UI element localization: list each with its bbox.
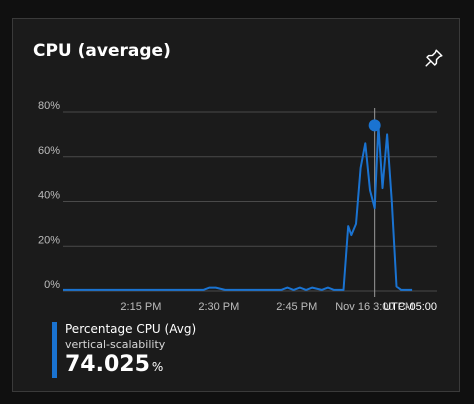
legend-value-number: 74.025: [65, 352, 150, 377]
x-tick-label: 2:45 PM: [276, 301, 317, 313]
cpu-average-card: CPU (average) 0% 20% 40% 60% 80% 2:15 PM 2:30…: [12, 18, 460, 392]
y-tick-label: 0%: [44, 279, 60, 291]
cpu-chart[interactable]: 0%20%40%60%80% 2:15 PM 2:30 PM 2:45 PM Nov …: [13, 19, 461, 393]
x-axis-ticks: 2:15 PM 2:30 PM 2:45 PM Nov 16 3:00 PM: [120, 301, 414, 313]
timezone-label: UTC-05:00: [383, 301, 437, 313]
chart-grid: [63, 111, 437, 292]
y-axis-ticks: 0% 20% 40% 60% 80%: [38, 100, 60, 291]
legend-resource-name: vertical-scalability: [65, 338, 166, 351]
y-tick-label: 20%: [38, 234, 60, 246]
legend-series-name: Percentage CPU (Avg): [65, 322, 197, 336]
series-layer: [63, 119, 413, 291]
legend-value-unit: %: [151, 360, 164, 374]
series-line-percentage-cpu: [63, 124, 413, 291]
y-tick-label: 60%: [38, 145, 60, 157]
x-tick-label: 2:30 PM: [198, 301, 239, 313]
legend-value: 74.025%: [65, 352, 163, 377]
y-tick-label: 80%: [38, 100, 60, 112]
x-tick-label: 2:15 PM: [120, 301, 161, 313]
highlight-point: [368, 119, 381, 132]
legend-color-swatch: [52, 322, 57, 378]
y-tick-label: 40%: [38, 190, 60, 202]
